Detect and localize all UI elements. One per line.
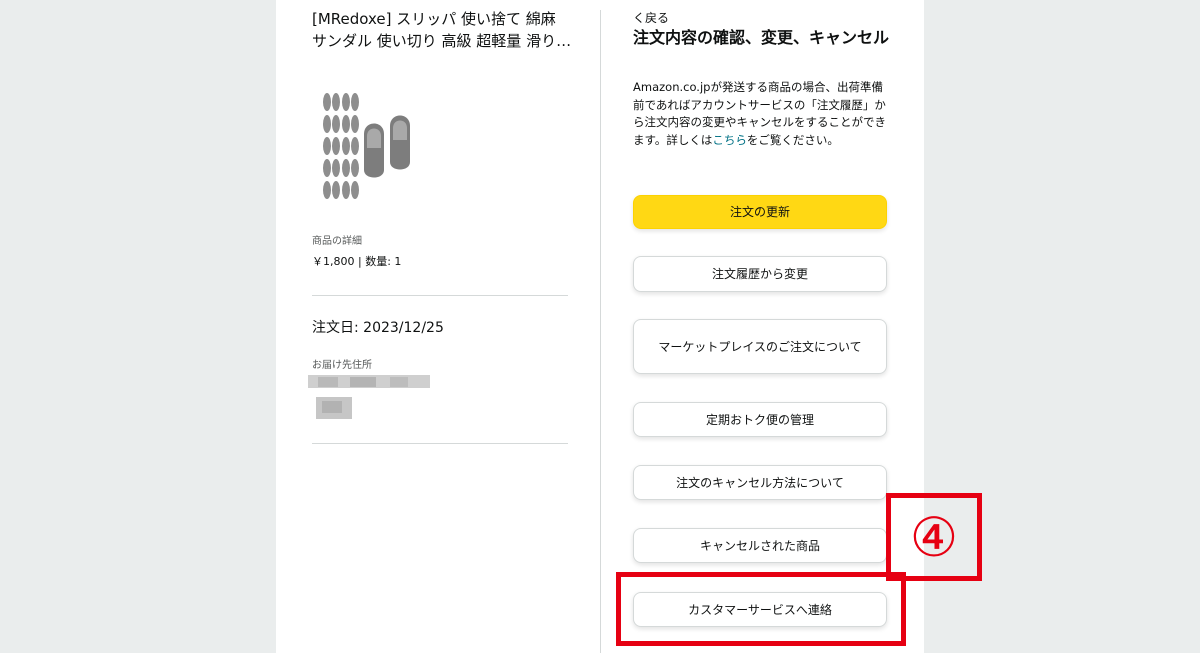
column-divider [600,10,601,653]
back-link[interactable]: く戻る [633,9,669,26]
marketplace-orders-button[interactable]: マーケットプレイスのご注文について [633,319,887,374]
help-link[interactable]: こちら [712,133,747,147]
shipping-address-label: お届け先住所 [312,360,372,371]
cancel-howto-button[interactable]: 注文のキャンセル方法について [633,465,887,500]
product-image[interactable] [318,92,414,204]
section-title: 注文内容の確認、変更、キャンセル [633,28,890,47]
subscribe-save-button[interactable]: 定期おトク便の管理 [633,402,887,437]
product-title-line2: サンダル 使い切り 高級 超軽量 滑り… [312,32,572,50]
help-text: Amazon.co.jpが発送する商品の場合、出荷準備前であればアカウントサービ… [633,79,889,149]
divider [312,295,568,296]
step-number-badge: ④ [909,505,959,569]
order-date: 注文日: 2023/12/25 [312,320,444,336]
help-text-tail: をご覧ください。 [746,132,839,147]
product-title-line1: [MRedoxe] スリッパ 使い捨て 綿麻 [312,10,556,28]
highlight-box [616,572,906,646]
cancelled-items-button[interactable]: キャンセルされた商品 [633,528,887,563]
update-order-button[interactable]: 注文の更新 [633,195,887,229]
price-quantity: ￥1,800 | 数量: 1 [312,255,402,268]
product-details-label[interactable]: 商品の詳細 [312,232,362,247]
change-from-history-button[interactable]: 注文履歴から変更 [633,256,887,292]
product-title[interactable]: [MRedoxe] スリッパ 使い捨て 綿麻 サンダル 使い切り 高級 超軽量 … [312,8,577,52]
divider [312,443,568,444]
